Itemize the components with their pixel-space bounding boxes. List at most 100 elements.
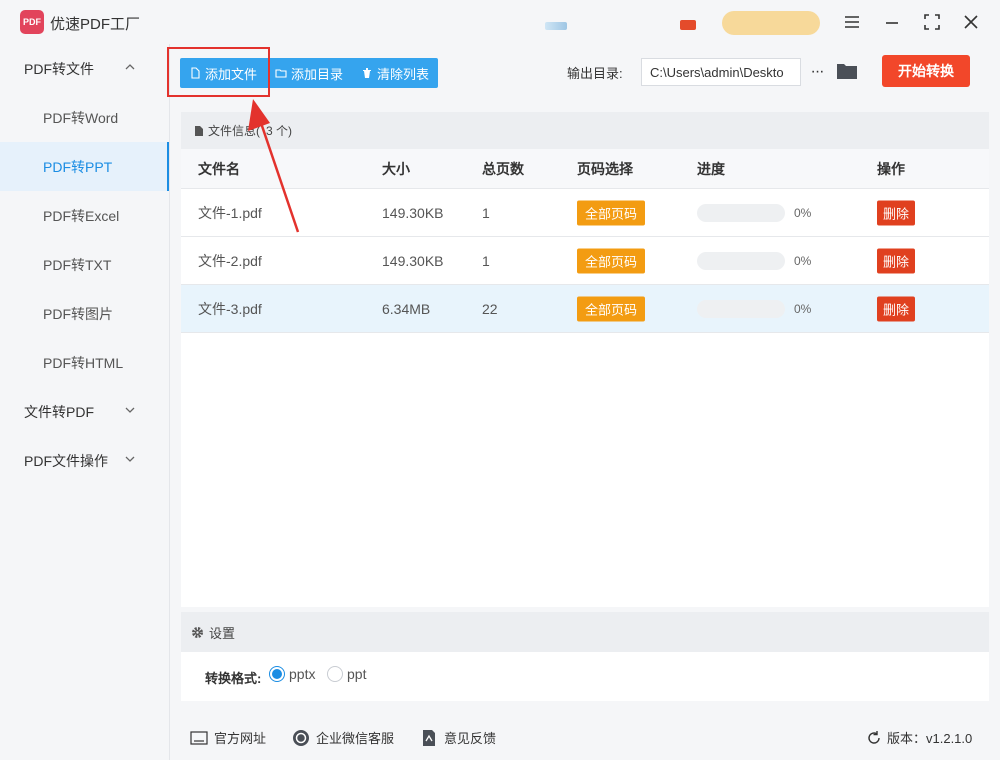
page-select-button[interactable]: 全部页码	[577, 296, 646, 321]
browse-more-button[interactable]: ···	[806, 58, 828, 86]
chat-icon	[293, 729, 309, 746]
col-size: 大小	[382, 160, 410, 177]
format-label: 转换格式:	[205, 671, 262, 686]
nav-group-label: 文件转PDF	[24, 403, 94, 420]
wechat-support-label: 企业微信客服	[316, 731, 395, 746]
col-action: 操作	[877, 160, 905, 177]
add-folder-button[interactable]: 添加目录	[266, 58, 352, 88]
file-name: 文件-3.pdf	[198, 300, 262, 317]
chevron-down-icon	[125, 456, 135, 462]
add-folder-label: 添加目录	[291, 66, 344, 82]
delete-button[interactable]: 删除	[877, 200, 916, 225]
website-label: 官方网址	[214, 731, 267, 746]
nav-group-pdf-to-file[interactable]: PDF转文件	[0, 44, 169, 93]
title-bar: PDF 优速PDF工厂	[0, 0, 1000, 44]
page-select-button[interactable]: 全部页码	[577, 248, 646, 273]
gear-icon	[192, 626, 203, 638]
file-size: 149.30KB	[382, 204, 444, 221]
footer: 官方网址 企业微信客服 意见反馈 版本：v1.2.1.0	[170, 712, 1000, 760]
folder-icon	[275, 69, 287, 78]
trash-icon	[363, 68, 372, 78]
feedback-label: 意见反馈	[444, 731, 497, 746]
col-name: 文件名	[198, 160, 240, 177]
feedback-link[interactable]: 意见反馈	[420, 728, 496, 747]
nav-group-label: PDF转文件	[24, 60, 94, 77]
refresh-icon[interactable]	[866, 730, 882, 746]
minimize-icon[interactable]	[880, 10, 904, 34]
sidebar-item-pdf-to-excel[interactable]: PDF转Excel	[0, 191, 169, 240]
chevron-down-icon	[125, 407, 135, 413]
file-name: 文件-2.pdf	[198, 252, 262, 269]
col-page-select: 页码选择	[577, 160, 633, 177]
file-pages: 1	[482, 252, 490, 269]
progress-text: 0%	[794, 301, 812, 316]
menu-icon[interactable]	[840, 10, 864, 34]
file-panel: 文件信息( 3 个) 文件名 大小 总页数 页码选择 进度 操作 文件-1.pd…	[181, 112, 989, 607]
maximize-icon[interactable]	[920, 10, 944, 34]
chevron-up-icon	[125, 64, 135, 70]
col-pages: 总页数	[482, 160, 524, 177]
delete-button[interactable]: 删除	[877, 296, 916, 321]
feedback-icon	[423, 729, 435, 746]
output-dir-label: 输出目录:	[567, 66, 623, 81]
progress-bar	[697, 203, 785, 222]
col-progress: 进度	[697, 160, 725, 177]
progress-bar	[697, 251, 785, 270]
sidebar-item-pdf-to-txt[interactable]: PDF转TXT	[0, 240, 169, 289]
website-link[interactable]: 官方网址	[190, 728, 266, 747]
app-title: 优速PDF工厂	[50, 16, 141, 33]
progress-text: 0%	[794, 253, 812, 268]
wechat-support-link[interactable]: 企业微信客服	[292, 728, 394, 747]
settings-title: 设置	[209, 625, 236, 641]
table-row[interactable]: 文件-1.pdf 149.30KB 1 全部页码 0% 删除	[181, 189, 989, 237]
sidebar-item-pdf-to-html[interactable]: PDF转HTML	[0, 338, 169, 387]
promo-pill[interactable]	[722, 11, 820, 35]
close-icon[interactable]	[959, 10, 983, 34]
version-info: 版本：v1.2.1.0	[866, 728, 972, 747]
file-size: 6.34MB	[382, 300, 431, 317]
open-folder-icon[interactable]	[836, 61, 858, 81]
table-row[interactable]: 文件-2.pdf 149.30KB 1 全部页码 0% 删除	[181, 237, 989, 285]
sidebar-item-pdf-to-word[interactable]: PDF转Word	[0, 93, 169, 142]
output-dir-input[interactable]	[641, 58, 801, 86]
promo-banner-icon[interactable]	[545, 22, 567, 30]
progress-text: 0%	[794, 205, 812, 220]
table-row[interactable]: 文件-3.pdf 6.34MB 22 全部页码 0% 删除	[181, 285, 989, 333]
sidebar-item-pdf-to-image[interactable]: PDF转图片	[0, 289, 169, 338]
nav-group-file-to-pdf[interactable]: 文件转PDF	[0, 387, 169, 436]
progress-bar	[697, 299, 785, 318]
settings-panel: 设置 转换格式: pptx ppt	[181, 612, 989, 701]
sidebar: PDF转文件 PDF转Word PDF转PPT PDF转Excel PDF转TX…	[0, 44, 170, 760]
clear-list-button[interactable]: 清除列表	[352, 58, 438, 88]
sidebar-item-pdf-to-ppt[interactable]: PDF转PPT	[0, 142, 169, 191]
progress-indicator: 0%	[697, 251, 812, 270]
toolbar: 添加文件 添加目录 清除列表 输出目录: ··· 开始转换	[170, 44, 1000, 102]
nav-group-label: PDF文件操作	[24, 452, 108, 469]
promo-badge-icon[interactable]	[680, 20, 696, 30]
app-logo-icon: PDF	[20, 10, 44, 34]
start-convert-button[interactable]: 开始转换	[882, 55, 970, 87]
version-label: 版本：v1.2.1.0	[887, 731, 973, 746]
radio-ppt[interactable]: ppt	[327, 666, 366, 682]
file-pages: 1	[482, 204, 490, 221]
delete-button[interactable]: 删除	[877, 248, 916, 273]
file-count: 3 个)	[266, 124, 293, 138]
file-name: 文件-1.pdf	[198, 204, 262, 221]
radio-pptx-dot[interactable]	[269, 666, 285, 682]
settings-header: 设置	[181, 612, 989, 652]
radio-pptx[interactable]: pptx	[269, 666, 315, 682]
file-panel-header: 文件信息( 3 个)	[181, 112, 989, 149]
file-info-title: 文件信息(	[208, 124, 260, 138]
nav-group-pdf-operations[interactable]: PDF文件操作	[0, 436, 169, 485]
radio-ppt-label: ppt	[347, 666, 367, 682]
progress-indicator: 0%	[697, 299, 812, 318]
page-select-button[interactable]: 全部页码	[577, 200, 646, 225]
file-pages: 22	[482, 300, 498, 317]
document-icon	[195, 125, 203, 136]
table-header: 文件名 大小 总页数 页码选择 进度 操作	[181, 149, 989, 189]
annotation-highlight-box	[167, 47, 270, 97]
radio-pptx-label: pptx	[289, 666, 316, 682]
radio-ppt-dot[interactable]	[327, 666, 343, 682]
clear-list-label: 清除列表	[377, 66, 430, 82]
progress-indicator: 0%	[697, 203, 812, 222]
